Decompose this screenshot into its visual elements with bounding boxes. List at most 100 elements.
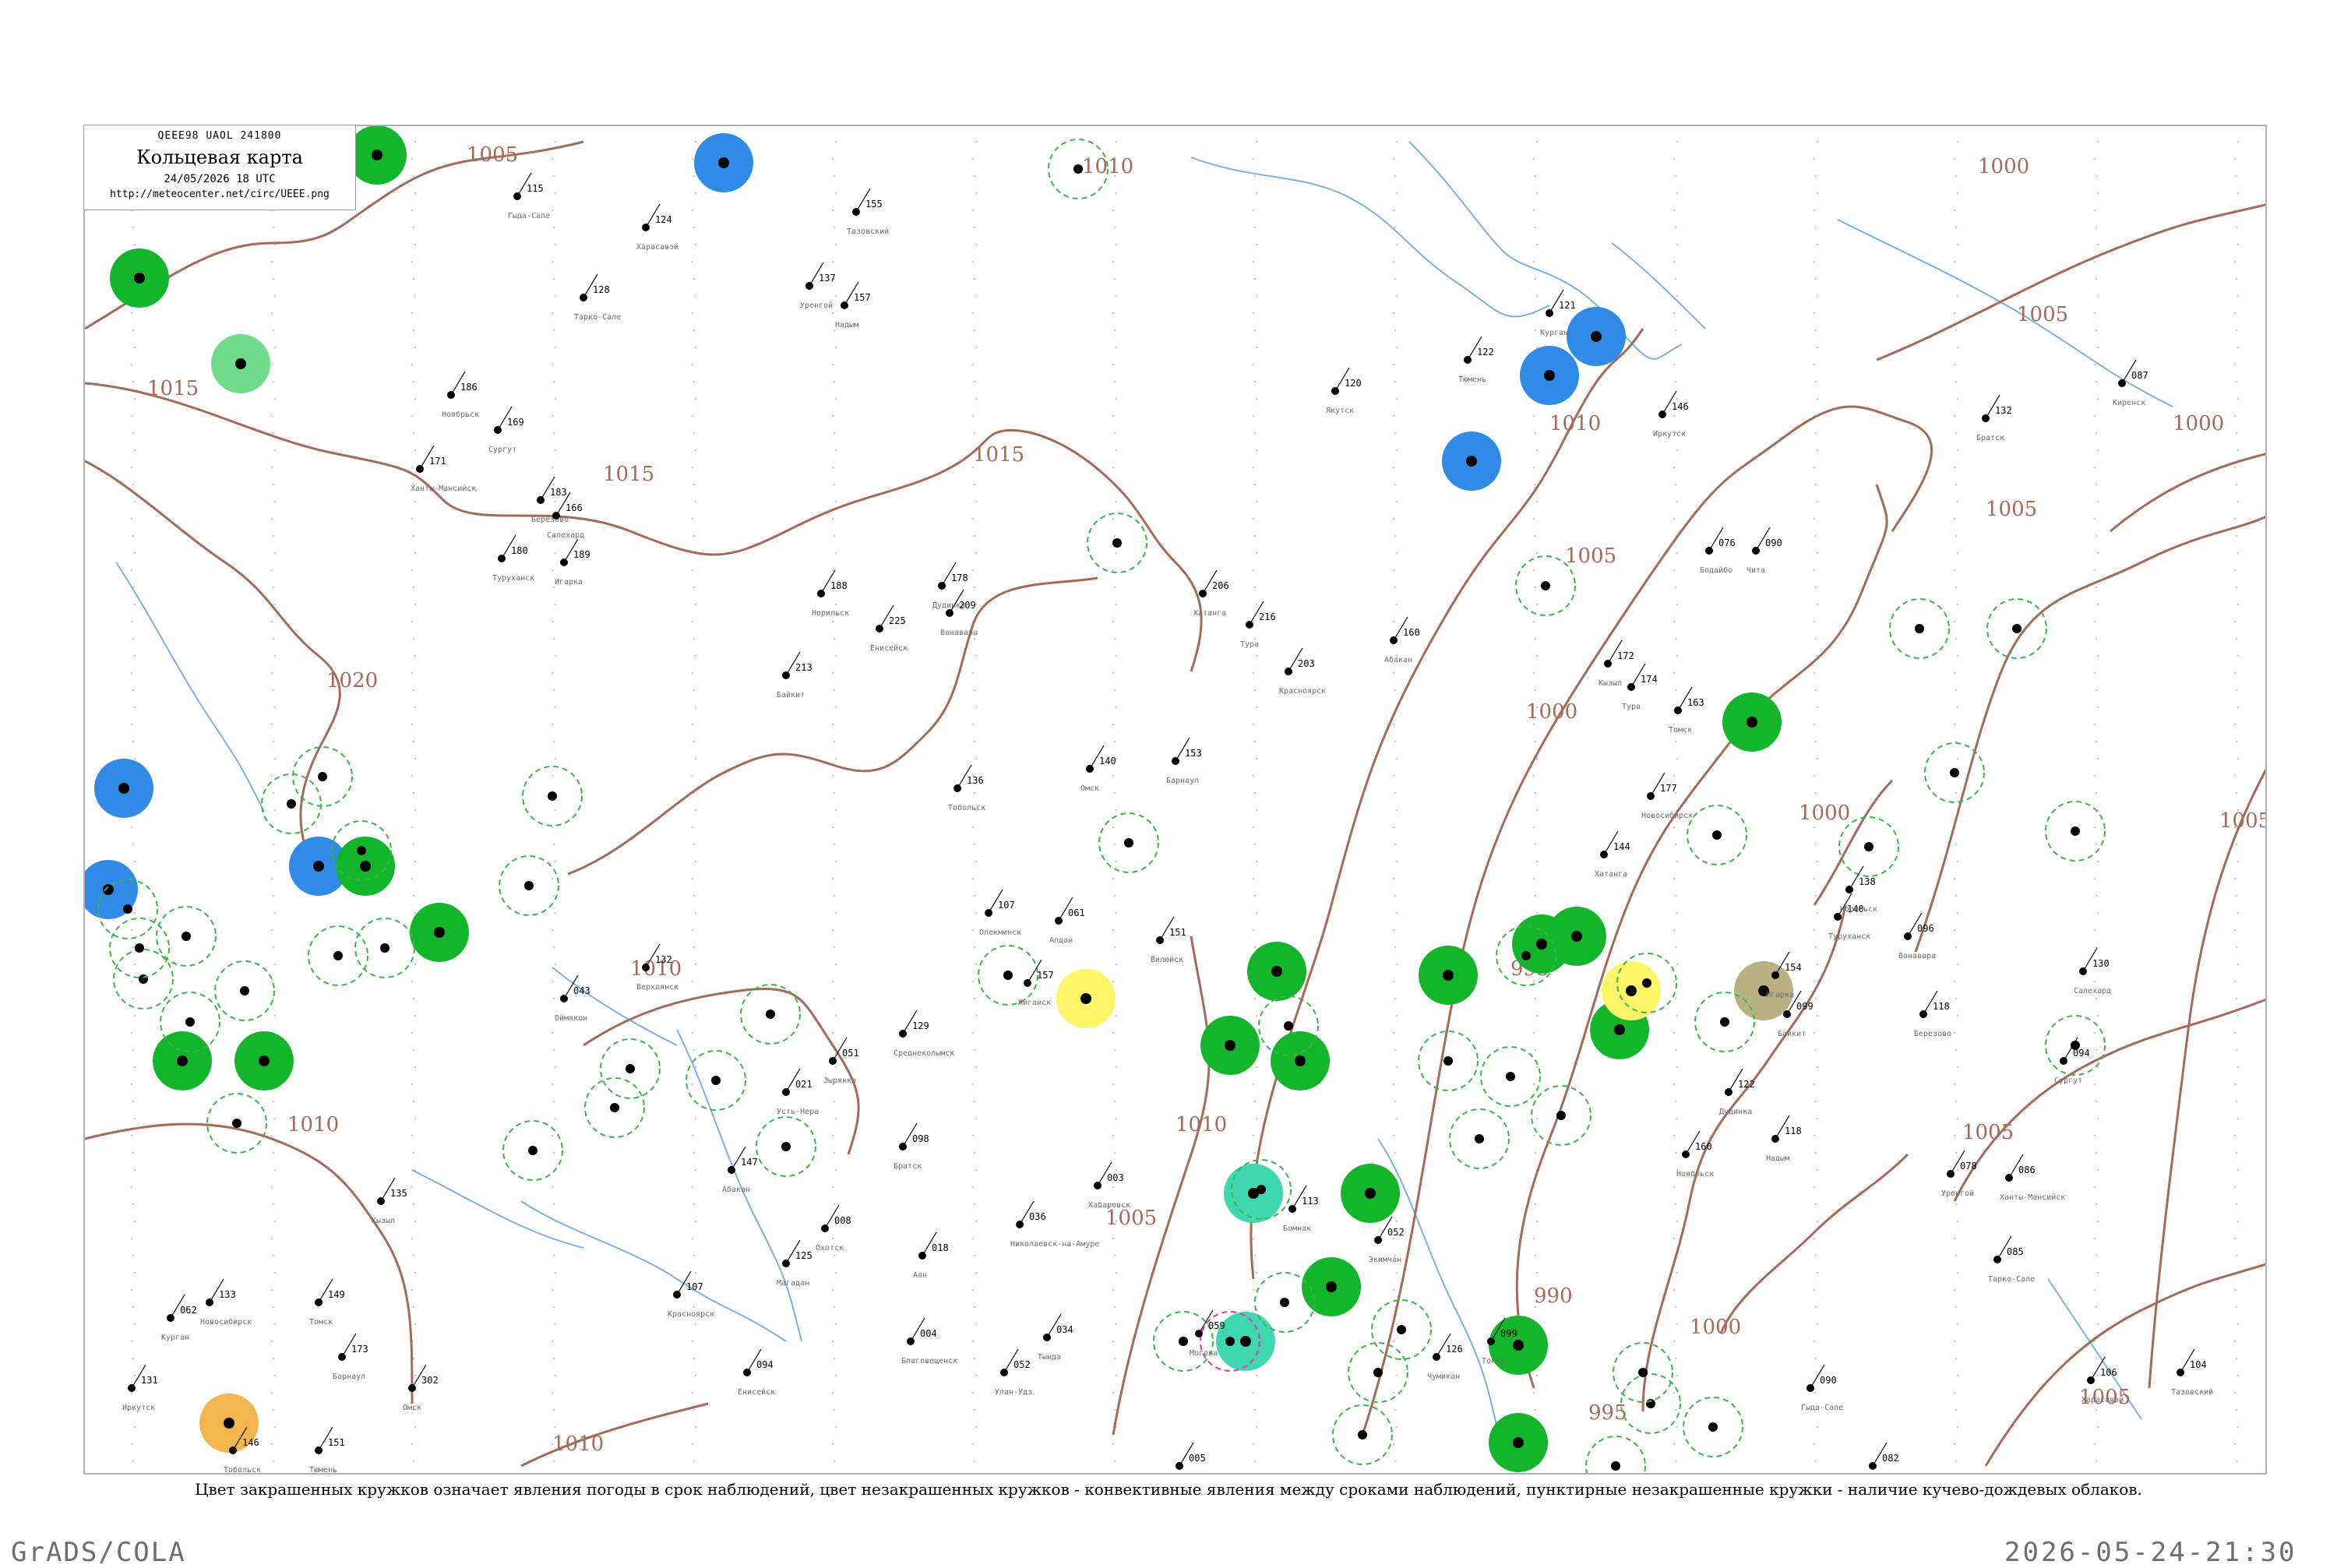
grid-dot [2235, 791, 2238, 795]
grid-dot [1673, 414, 1676, 418]
station-marker [548, 791, 557, 801]
grid-dot [1112, 1288, 1115, 1291]
grid-dot [1814, 637, 1817, 640]
grid-dot [694, 192, 697, 195]
grid-dot [833, 689, 836, 692]
grid-dot [1535, 449, 1539, 452]
grid-dot [1814, 689, 1817, 692]
station-marker [1513, 1437, 1524, 1448]
grid-dot [1813, 1083, 1816, 1086]
grid-dot [1255, 1374, 1258, 1377]
render-timestamp: 2026-05-24-21:30 [2004, 1537, 2297, 1568]
grid-dot [1392, 1237, 1395, 1240]
grid-dot [411, 1443, 414, 1446]
grid-dot [273, 1271, 277, 1274]
grid-dot [1532, 671, 1535, 675]
grid-dot [973, 586, 976, 589]
station-pressure: 099 [1500, 1328, 1517, 1339]
grid-dot [1392, 209, 1395, 212]
grid-dot [2235, 1357, 2238, 1360]
grid-dot [694, 860, 697, 863]
grid-dot [411, 980, 414, 983]
grid-dot [975, 654, 978, 657]
grid-dot [1674, 1305, 1677, 1309]
grid-dot [130, 1237, 133, 1240]
grid-dot [694, 809, 697, 812]
grid-dot [1394, 1100, 1397, 1103]
station-name: Надым [835, 321, 858, 329]
grid-dot [1813, 620, 1816, 623]
grid-dot [1394, 1408, 1397, 1411]
grid-dot [1674, 740, 1677, 743]
grid-dot [2096, 449, 2099, 452]
grid-dot [2233, 1340, 2237, 1343]
grid-dot [1816, 551, 1819, 555]
station-marker [711, 1076, 721, 1085]
grid-dot [130, 671, 133, 675]
station-pressure: 107 [686, 1281, 703, 1292]
grid-dot [552, 1460, 555, 1463]
grid-dot [1955, 997, 1958, 1000]
grid-dot [691, 1031, 694, 1034]
grid-dot [834, 603, 837, 606]
grid-dot [975, 860, 978, 863]
grid-dot [1112, 414, 1115, 418]
grid-dot [1676, 860, 1679, 863]
station-pressure: 188 [830, 580, 848, 591]
grid-dot [551, 157, 554, 160]
grid-dot [1814, 843, 1817, 846]
grid-dot [1112, 928, 1115, 932]
grid-dot [831, 826, 834, 829]
grid-dot [1955, 1408, 1958, 1411]
grid-dot [132, 740, 135, 743]
grid-dot [272, 432, 275, 435]
grid-dot [1956, 911, 1959, 914]
station-marker [1521, 951, 1531, 960]
grid-dot [1395, 911, 1398, 914]
grid-dot [833, 1408, 836, 1411]
station-marker [1571, 931, 1582, 942]
grid-dot [1953, 620, 1956, 623]
grid-dot [554, 500, 557, 503]
grid-dot [2093, 1443, 2096, 1446]
grid-dot [1532, 826, 1535, 829]
grid-dot [1532, 569, 1535, 572]
grid-dot [551, 1340, 554, 1343]
grid-dot [1112, 1340, 1115, 1343]
station-name: Оймякон [555, 1013, 587, 1023]
grid-dot [1534, 483, 1537, 486]
grid-dot [1816, 1425, 1819, 1429]
grid-dot [1814, 1151, 1817, 1154]
grid-dot [1253, 174, 1257, 178]
station-pressure: 166 [566, 502, 583, 513]
grid-dot [1253, 586, 1257, 589]
grid-dot [1535, 346, 1539, 349]
station-name: Кызыл [1599, 679, 1622, 688]
grid-dot [412, 174, 415, 178]
grid-dot [1112, 671, 1115, 675]
grid-dot [973, 689, 976, 692]
grid-dot [273, 551, 277, 555]
grid-dot [1395, 1425, 1398, 1429]
grid-dot [551, 980, 554, 983]
grid-dot [1813, 1340, 1816, 1343]
grid-dot [273, 757, 277, 760]
grid-dot [1532, 1391, 1535, 1394]
grid-dot [1953, 1083, 1956, 1086]
grid-dot [411, 414, 414, 418]
grid-dot [833, 1203, 836, 1206]
source-url[interactable]: http://meteocenter.net/circ/UEEE.png [84, 189, 355, 200]
grid-dot [1956, 397, 1959, 400]
grid-dot [1534, 791, 1537, 795]
grid-dot [414, 757, 417, 760]
grid-dot [1534, 894, 1537, 897]
grid-dot [1252, 671, 1255, 675]
grid-dot [973, 174, 976, 178]
station-pressure: 178 [951, 573, 968, 583]
grid-dot [414, 551, 417, 555]
grid-dot [1115, 192, 1118, 195]
grid-dot [552, 586, 555, 589]
grid-dot [1535, 603, 1539, 606]
grid-dot [414, 449, 417, 452]
title-box: QEEE98 UAOL 241800 Кольцевая карта 24/05… [83, 125, 356, 210]
